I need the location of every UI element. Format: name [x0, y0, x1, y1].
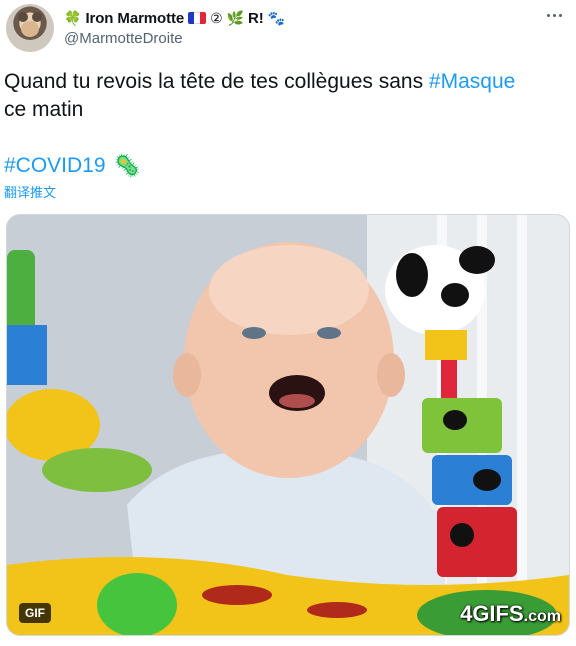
hashtag-covid19[interactable]: #COVID19 — [4, 152, 106, 180]
tweet-text: Quand tu revois la tête de tes collègues… — [4, 68, 568, 124]
clover-emoji: 🍀 — [64, 10, 82, 26]
display-name[interactable]: Iron Marmotte — [85, 10, 184, 27]
avatar-face — [21, 21, 39, 37]
name-emojis: ② 🌿 — [210, 10, 245, 26]
display-name-row[interactable]: 🍀 Iron Marmotte ② 🌿 R! 🐾 — [64, 8, 285, 28]
translate-tweet-link[interactable]: 翻译推文 — [4, 182, 56, 201]
tweet-text-part: ce matin — [4, 98, 84, 121]
author-names: 🍀 Iron Marmotte ② 🌿 R! 🐾 @MarmotteDroite — [64, 8, 285, 48]
avatar[interactable] — [6, 4, 54, 52]
tweet-text-part: Quand tu revois la tête de tes collègues… — [4, 70, 429, 93]
flag-stripe-red — [200, 12, 207, 24]
hashtag-masque[interactable]: #Masque — [429, 70, 515, 93]
name-suffix: R! — [248, 9, 264, 27]
avatar-ear — [32, 12, 42, 22]
watermark: 4GIFS.com — [460, 601, 561, 627]
hashtag-line: #COVID19 🦠 — [4, 152, 141, 180]
watermark-main: 4GIFS — [460, 601, 524, 626]
microbe-emoji: 🦠 — [113, 153, 141, 178]
paw-emoji: 🐾 — [267, 10, 286, 26]
author-handle[interactable]: @MarmotteDroite — [64, 30, 285, 47]
watermark-tld: .com — [523, 608, 561, 625]
gif-media[interactable]: GIF 4GIFS.com — [6, 214, 570, 636]
tweet-header: 🍀 Iron Marmotte ② 🌿 R! 🐾 @MarmotteDroite — [4, 4, 572, 54]
french-flag-icon — [188, 12, 207, 24]
tweet-card: 🍀 Iron Marmotte ② 🌿 R! 🐾 @MarmotteDroite… — [0, 0, 576, 646]
more-horizontal-icon[interactable] — [547, 14, 562, 17]
gif-badge: GIF — [19, 603, 51, 623]
gif-frame-illustration — [7, 215, 569, 635]
